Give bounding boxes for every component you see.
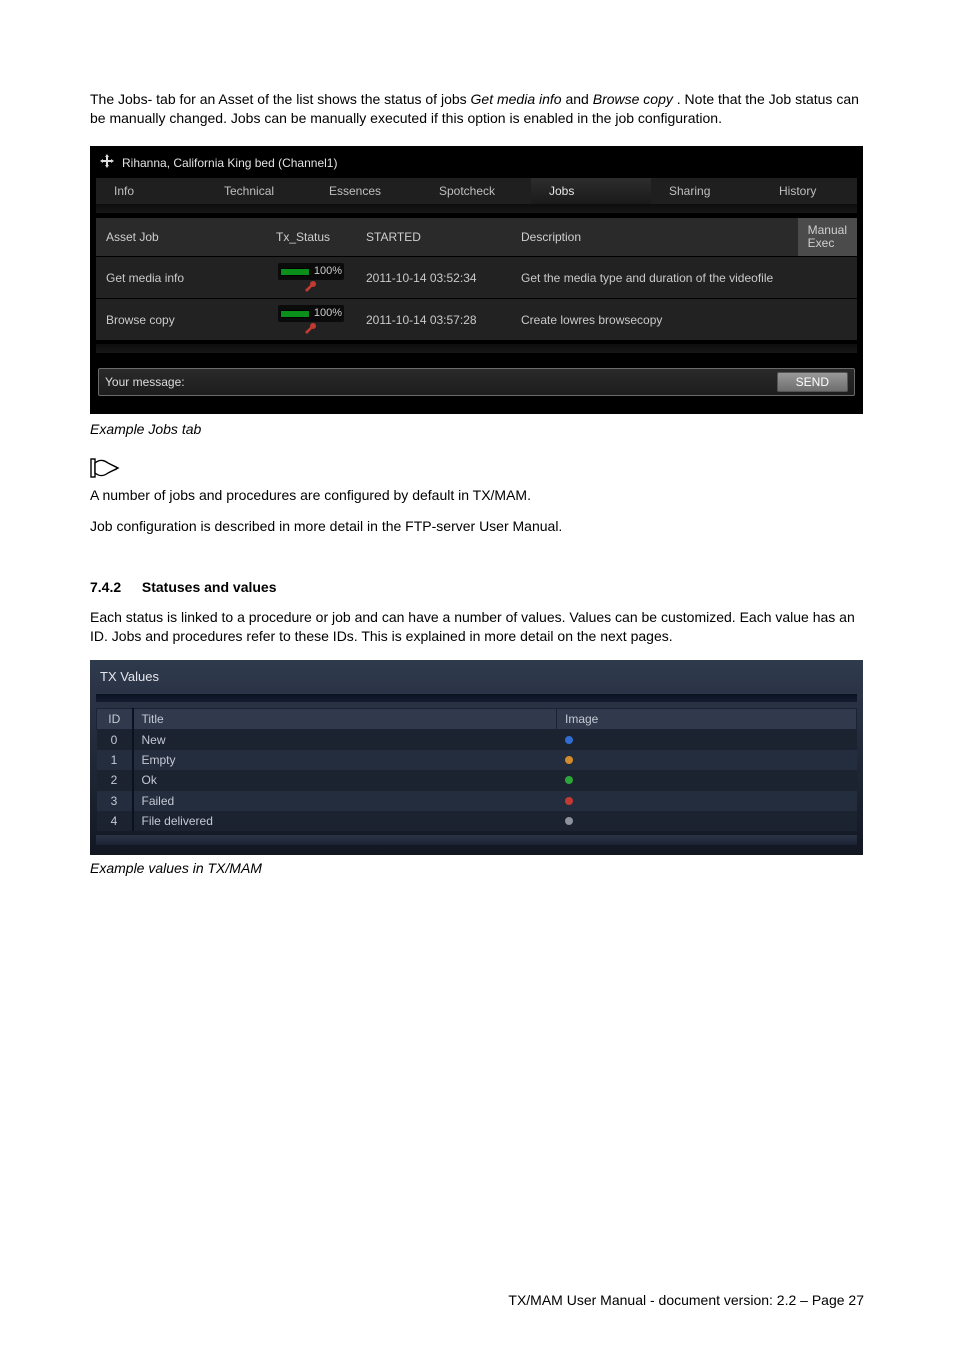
cell-job: Get media info (96, 257, 266, 299)
intro-em2: Browse copy (593, 91, 673, 107)
progress-bar: 100% (278, 263, 344, 280)
message-label: Your message: (105, 374, 185, 390)
col-label: Manual (808, 223, 847, 237)
tx-values-title: TX Values (96, 666, 857, 690)
page-footer: TX/MAM User Manual - document version: 2… (508, 1291, 864, 1310)
cell-status: 100% (266, 257, 356, 299)
divider (96, 835, 857, 845)
table-row[interactable]: 0 New (97, 730, 857, 751)
wrench-icon[interactable] (304, 322, 318, 334)
cell-job: Browse copy (96, 299, 266, 340)
cell-title: Ok (133, 770, 557, 790)
tab-label: Jobs (549, 184, 574, 198)
table-row[interactable]: 1 Empty (97, 750, 857, 770)
progress-pct: 100% (314, 306, 342, 321)
cell-id: 0 (97, 730, 133, 751)
cell-image (557, 791, 857, 811)
col-started[interactable]: STARTED (356, 218, 511, 257)
cell-title: Empty (133, 750, 557, 770)
cell-id: 2 (97, 770, 133, 790)
col-image[interactable]: Image (557, 708, 857, 729)
status-dot-icon (565, 776, 573, 784)
divider (96, 344, 857, 354)
status-dot-icon (565, 756, 573, 764)
col-tx-status[interactable]: Tx_Status (266, 218, 356, 257)
tab-label: Essences (329, 184, 381, 198)
cell-image (557, 811, 857, 831)
tab-spotcheck[interactable]: Spotcheck (421, 178, 531, 204)
status-dot-icon (565, 736, 573, 744)
message-input[interactable] (193, 373, 769, 391)
cell-title: New (133, 730, 557, 751)
jobs-caption: Example Jobs tab (90, 420, 864, 439)
cell-image (557, 730, 857, 751)
tab-technical[interactable]: Technical (206, 178, 311, 204)
section-text: Each status is linked to a procedure or … (90, 608, 864, 646)
col-title[interactable]: Title (133, 708, 557, 729)
cell-id: 4 (97, 811, 133, 831)
note-line-1: A number of jobs and procedures are conf… (90, 486, 864, 505)
section-number: 7.4.2 (90, 578, 138, 597)
tab-jobs[interactable]: Jobs (531, 178, 651, 204)
tab-label: Spotcheck (439, 184, 495, 198)
cell-desc: Create lowres browsecopy (511, 299, 857, 340)
progress-bar: 100% (278, 305, 344, 322)
intro-text-b: and (565, 91, 592, 107)
tx-caption: Example values in TX/MAM (90, 859, 864, 878)
table-row[interactable]: Browse copy 100% 2011-10-14 03:57:28 Cre… (96, 299, 857, 340)
cell-image (557, 770, 857, 790)
jobs-tabs: Info Technical Essences Spotcheck Jobs S… (96, 178, 857, 204)
jobs-panel: Rihanna, California King bed (Channel1) … (90, 146, 863, 414)
message-row: Your message: SEND (98, 368, 855, 396)
status-dot-icon (565, 797, 573, 805)
col-id[interactable]: ID (97, 708, 133, 729)
cell-id: 1 (97, 750, 133, 770)
divider (96, 204, 857, 214)
intro-text: The Jobs- tab for an Asset of the list s… (90, 91, 471, 107)
jobs-window-title: Rihanna, California King bed (Channel1) (122, 155, 337, 171)
wrench-icon[interactable] (304, 280, 318, 292)
intro-paragraph: The Jobs- tab for an Asset of the list s… (90, 90, 864, 128)
jobs-window-titlebar: Rihanna, California King bed (Channel1) (96, 152, 857, 178)
col-asset-job[interactable]: Asset Job (96, 218, 266, 257)
tab-info[interactable]: Info (96, 178, 206, 204)
cell-desc: Get the media type and duration of the v… (511, 257, 857, 299)
cell-started: 2011-10-14 03:57:28 (356, 299, 511, 340)
tx-values-table: ID Title Image 0 New 1 Empty 2 Ok 3 (96, 708, 857, 831)
progress-pct: 100% (314, 264, 342, 279)
table-row[interactable]: 2 Ok (97, 770, 857, 790)
col-description[interactable]: Description (511, 218, 798, 257)
send-button[interactable]: SEND (777, 372, 848, 392)
tab-sharing[interactable]: Sharing (651, 178, 761, 204)
hand-point-icon (90, 457, 864, 484)
cell-status: 100% (266, 299, 356, 340)
col-manual-exec[interactable]: Manual Exec (798, 218, 857, 257)
tab-history[interactable]: History (761, 178, 861, 204)
divider (96, 694, 857, 702)
intro-em1: Get media info (471, 91, 562, 107)
table-row[interactable]: Get media info 100% 2011-10-14 03:52:34 … (96, 257, 857, 299)
col-label: Exec (808, 236, 835, 250)
table-row[interactable]: 3 Failed (97, 791, 857, 811)
status-dot-icon (565, 817, 573, 825)
tab-essences[interactable]: Essences (311, 178, 421, 204)
cell-image (557, 750, 857, 770)
tx-values-panel: TX Values ID Title Image 0 New 1 Empty 2 (90, 660, 863, 855)
tab-label: Technical (224, 184, 274, 198)
tab-label: Sharing (669, 184, 710, 198)
cell-started: 2011-10-14 03:52:34 (356, 257, 511, 299)
cell-title: Failed (133, 791, 557, 811)
jobs-table: Asset Job Tx_Status STARTED Description … (96, 218, 857, 340)
table-row[interactable]: 4 File delivered (97, 811, 857, 831)
cell-title: File delivered (133, 811, 557, 831)
move-icon (100, 154, 114, 172)
tab-label: History (779, 184, 816, 198)
section-heading: 7.4.2 Statuses and values (90, 578, 864, 597)
cell-id: 3 (97, 791, 133, 811)
tab-label: Info (114, 184, 134, 198)
note-line-2: Job configuration is described in more d… (90, 517, 864, 536)
section-title: Statuses and values (142, 579, 277, 595)
